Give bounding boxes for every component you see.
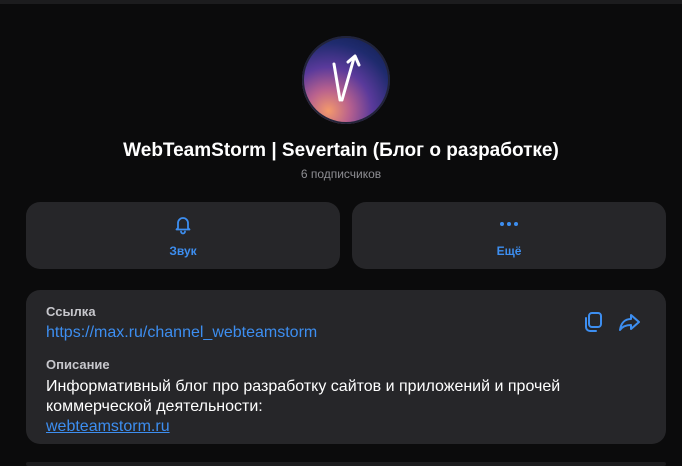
subscriber-count: 6 подписчиков	[300, 167, 382, 181]
sound-button[interactable]: Звук	[26, 202, 340, 269]
more-button-label: Ещё	[496, 244, 522, 258]
description-section-label: Описание	[46, 357, 110, 372]
description-text: Информативный блог про разработку сайтов…	[46, 378, 561, 415]
copy-icon[interactable]	[581, 310, 605, 334]
share-icon[interactable]	[617, 310, 643, 334]
description-link[interactable]: webteamstorm.ru	[46, 418, 170, 435]
sound-button-label: Звук	[169, 244, 197, 258]
channel-description: Информативный блог про разработку сайтов…	[46, 377, 606, 437]
channel-link[interactable]: https://max.ru/channel_webteamstorm	[46, 324, 317, 342]
more-dots-icon	[500, 222, 518, 226]
more-button[interactable]: Ещё	[352, 202, 666, 269]
channel-avatar[interactable]	[302, 36, 390, 124]
bottom-card-edge	[26, 462, 666, 466]
top-divider	[0, 0, 682, 4]
channel-info-card: Ссылка https://max.ru/channel_webteamsto…	[26, 290, 666, 444]
avatar-logo-icon	[332, 54, 361, 102]
link-section-label: Ссылка	[46, 304, 96, 319]
channel-title: WebTeamStorm | Severtain (Блог о разрабо…	[123, 140, 559, 161]
bell-icon	[175, 217, 191, 235]
